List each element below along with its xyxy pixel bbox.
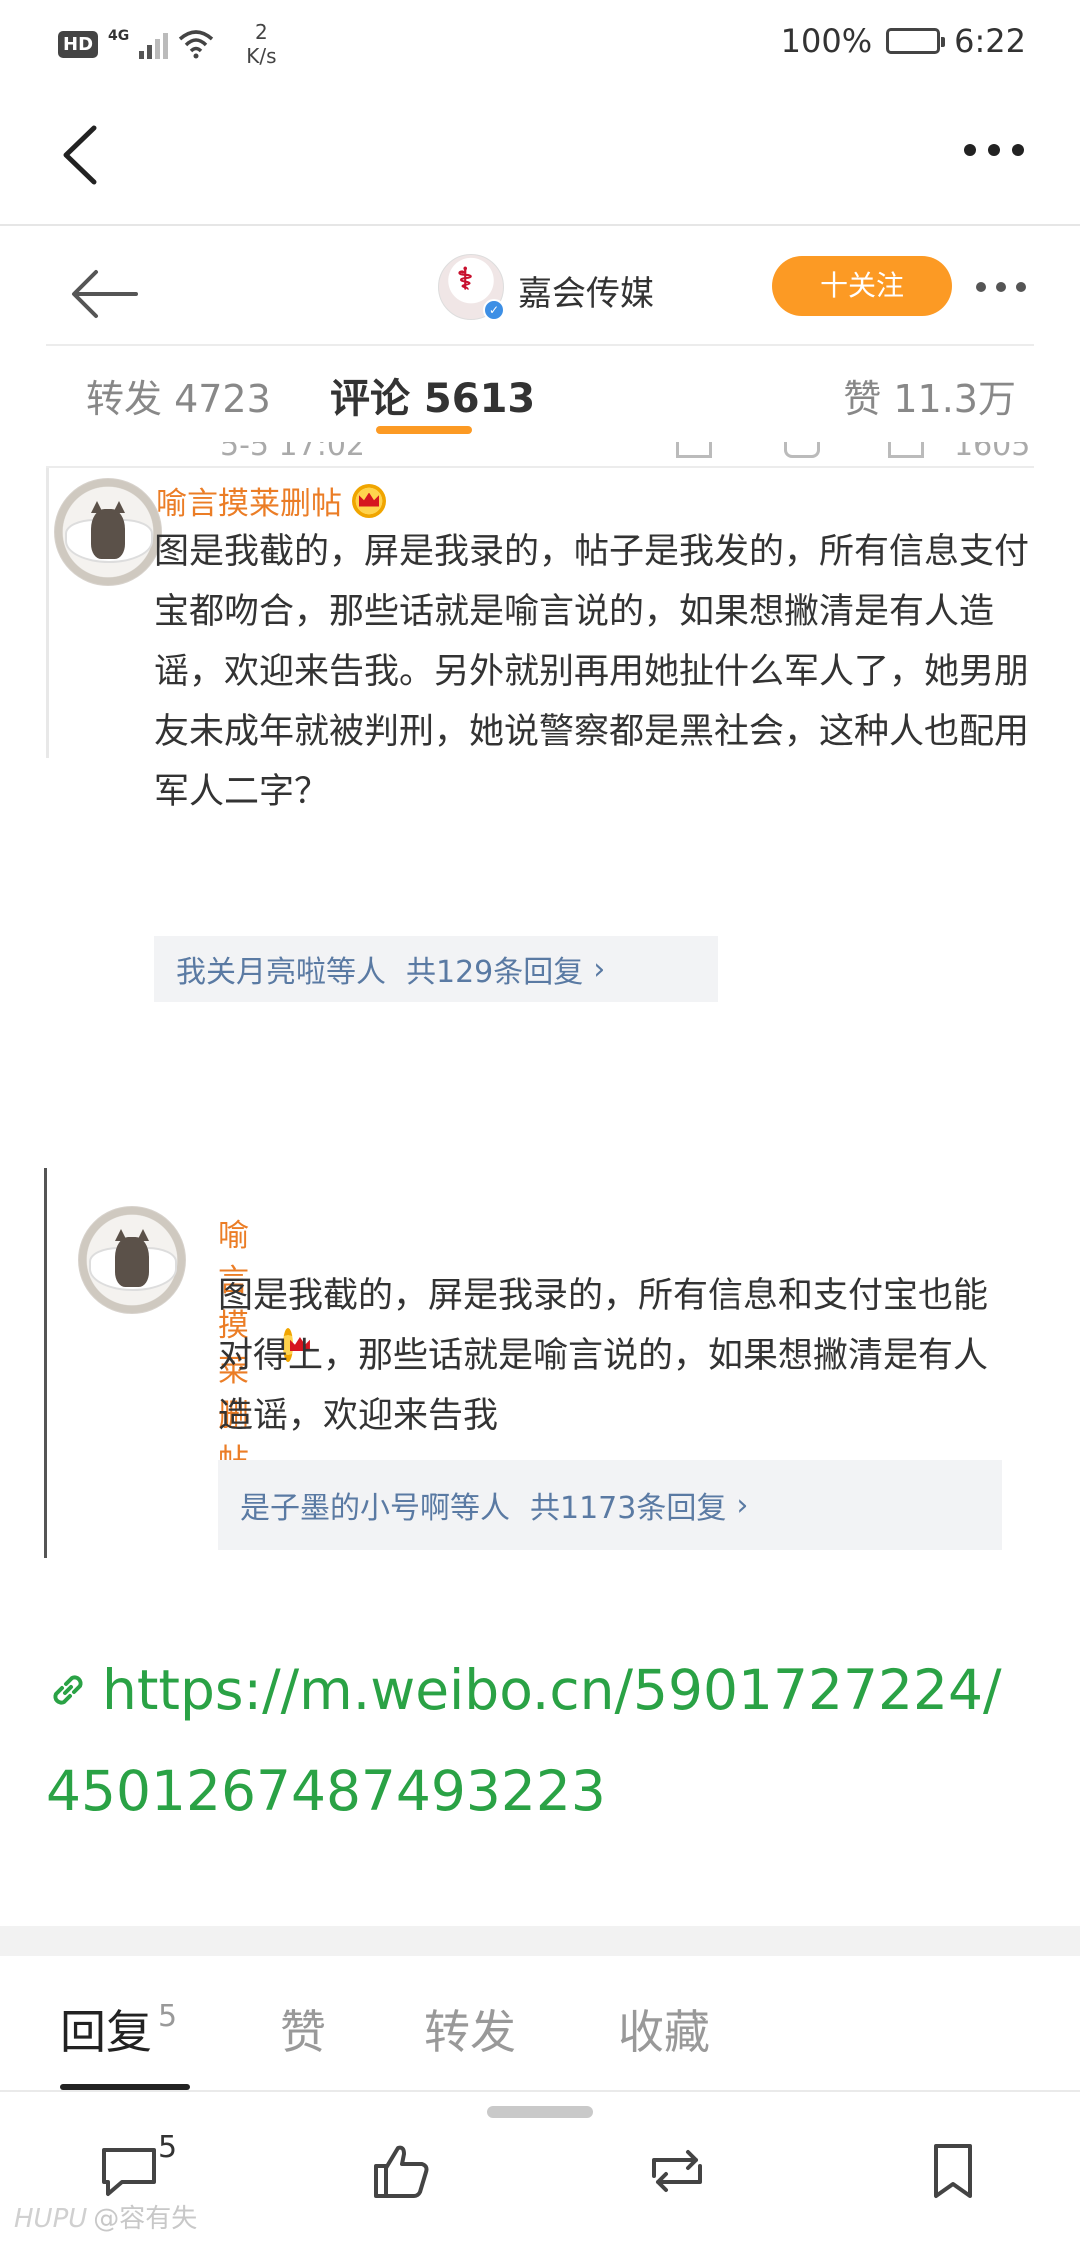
bookmark-icon [934, 2144, 972, 2198]
battery-icon [886, 28, 946, 54]
back-button[interactable] [56, 120, 116, 190]
tab-reply-count: 5 [158, 1998, 178, 2034]
tab-repost[interactable]: 转发 [424, 1996, 516, 2062]
cut-like-count: 1605 [954, 442, 1031, 463]
more-options-icon[interactable] [964, 144, 1024, 156]
commenter-username: 喻言摸莱删帖 [156, 486, 342, 522]
battery-percent: 100% [780, 22, 873, 60]
embedded-tab-like: 赞 11.3万 [843, 377, 1016, 421]
speed-unit: K/s [246, 44, 277, 68]
like-button[interactable] [366, 2136, 436, 2206]
comment-count: 5 [158, 2130, 178, 2165]
embedded-topbar: ⚕ ✓ 嘉会传媒 十关注 [46, 250, 1034, 346]
repost-button[interactable] [642, 2136, 712, 2206]
tab-reply-label: 回复 [60, 2005, 152, 2059]
reply-count: 共1173条回复 [530, 1491, 727, 1526]
speed-value: 2 [255, 20, 268, 44]
embedded-tabs: 转发 4723 评论 5613 赞 11.3万 [46, 346, 1034, 442]
tab-favorite[interactable]: 收藏 [618, 1996, 710, 2062]
comment-text: 图是我截的，屏是我录的，帖子是我发的，所有信息支付宝都吻合，那些话就是喻言说的，… [154, 532, 1030, 812]
commenter-avatar [78, 1206, 186, 1314]
commenter-name: 喻言摸莱删帖 [156, 478, 386, 523]
embedded-tab-repost: 转发 4723 [86, 377, 271, 421]
commenter-avatar [54, 478, 162, 586]
section-divider [0, 1926, 1080, 1956]
clock: 6:22 [954, 22, 1026, 60]
watermark-brand: HUPU [14, 2204, 88, 2234]
crown-badge-icon [352, 483, 386, 518]
cut-off-row: 5-5 17:02 1605 [46, 442, 1034, 468]
bottom-tabs: 回复 5 赞 转发 收藏 [0, 1956, 1080, 2092]
like-icon [888, 442, 924, 458]
cut-timestamp: 5-5 17:02 [220, 442, 365, 463]
embedded-screenshot: ⚕ ✓ 嘉会传媒 十关注 转发 4723 评论 5613 赞 11.3万 5-5… [46, 250, 1034, 1080]
thumbs-up-icon [374, 2145, 429, 2198]
tab-active-indicator [60, 2084, 190, 2090]
embedded-back-arrow-icon [72, 270, 138, 318]
comment-bubble-icon [102, 2148, 156, 2196]
reply-users: 我关月亮啦等人 [176, 955, 386, 990]
wifi-icon [179, 30, 214, 59]
account-name: 嘉会传媒 [518, 274, 654, 314]
repost-icon [652, 2150, 702, 2192]
reply-users: 是子墨的小号啊等人 [240, 1491, 510, 1526]
account-logo-icon: ⚕ [457, 262, 474, 297]
comment-icon [784, 442, 820, 458]
network-type: 4G [108, 28, 130, 44]
comment-button[interactable] [94, 2136, 164, 2206]
network-speed: 2 K/s [246, 20, 276, 68]
reply-summary: 是子墨的小号啊等人 共1173条回复 › [218, 1460, 1002, 1550]
status-left: HD 4G 2 K/s [58, 20, 277, 68]
link-url[interactable]: https://m.weibo.cn/5901727224/4501267487… [46, 1658, 1001, 1823]
status-bar: HD 4G 2 K/s 100% 6:22 [0, 0, 1080, 82]
crop-edge-divider [44, 1168, 47, 1558]
embedded-tab-comment: 评论 5613 [330, 376, 536, 422]
embedded-tab-indicator [376, 426, 472, 434]
weibo-link[interactable]: https://m.weibo.cn/5901727224/4501267487… [46, 1640, 1036, 1842]
link-icon [53, 1675, 83, 1705]
watermark-user: @容有失 [93, 2204, 198, 2234]
verified-badge-icon: ✓ [483, 299, 505, 321]
account-avatar: ⚕ ✓ [438, 254, 505, 321]
tab-like[interactable]: 赞 [280, 1996, 326, 2062]
chevron-right-icon: › [736, 1487, 749, 1523]
watermark: HUPU @容有失 [14, 2198, 197, 2235]
follow-button: 十关注 [772, 256, 952, 316]
signal-icon [139, 29, 169, 59]
app-header [0, 82, 1080, 226]
comment-text: 图是我截的，屏是我录的，所有信息和支付宝也能对得上，那些话就是喻言说的，如果想撇… [218, 1276, 989, 1436]
share-icon [676, 442, 712, 458]
bookmark-button[interactable] [918, 2136, 988, 2206]
tab-reply[interactable]: 回复 5 [60, 1996, 177, 2062]
embedded-more-icon [976, 282, 1026, 292]
home-indicator [487, 2106, 593, 2118]
reply-summary: 我关月亮啦等人 共129条回复 › [154, 936, 718, 1002]
reply-count: 共129条回复 [406, 955, 584, 990]
hd-indicator: HD [58, 30, 99, 58]
chevron-right-icon: › [593, 951, 606, 987]
status-right: 100% 6:22 [781, 22, 1026, 60]
